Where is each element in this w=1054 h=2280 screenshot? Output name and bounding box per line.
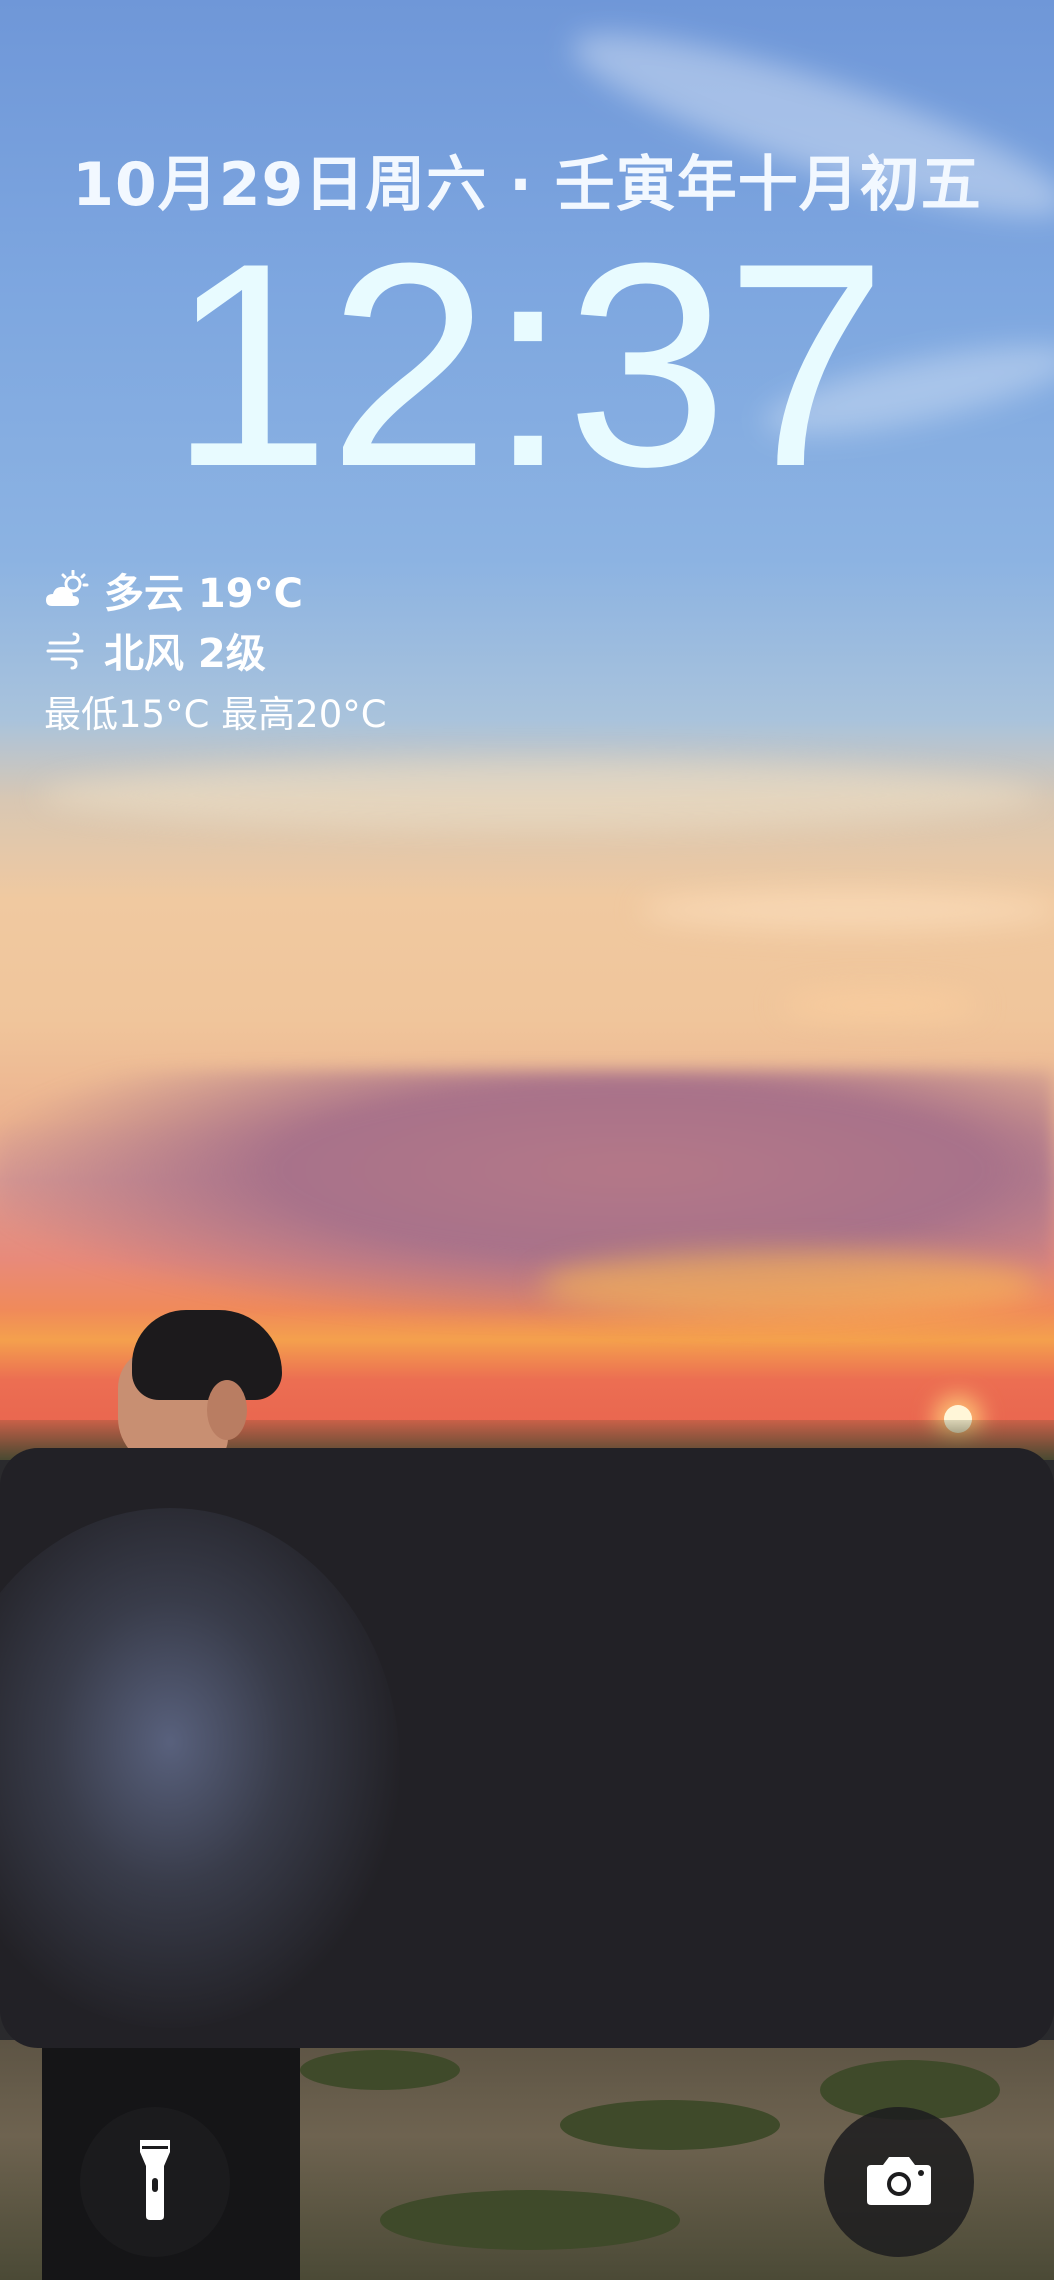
flashlight-icon bbox=[138, 2138, 172, 2226]
cloud-wisp bbox=[640, 890, 1054, 930]
cloud-wisp bbox=[780, 990, 980, 1020]
cloud-wisp bbox=[40, 760, 1040, 830]
person-head bbox=[112, 1310, 282, 1470]
cloud-wisp bbox=[540, 1250, 1040, 1320]
grass bbox=[300, 2050, 460, 2090]
ear bbox=[207, 1380, 247, 1440]
wind-icon bbox=[44, 630, 90, 670]
weather-widget[interactable]: 多云 19°C 北风 2级 最低15°C 最高20°C bbox=[44, 560, 387, 738]
camera-button[interactable] bbox=[824, 2107, 974, 2257]
flashlight-button[interactable] bbox=[80, 2107, 230, 2257]
weather-wind-row: 北风 2级 bbox=[44, 620, 387, 680]
cloud-sun-icon bbox=[44, 570, 90, 610]
hair bbox=[132, 1310, 282, 1400]
weather-temp-range: 最低15°C 最高20°C bbox=[44, 693, 387, 736]
notification-panel[interactable] bbox=[0, 1448, 1054, 2048]
grass bbox=[560, 2100, 780, 2150]
panel-glow bbox=[0, 1508, 400, 2028]
weather-condition: 多云 19°C bbox=[104, 571, 303, 617]
grass bbox=[380, 2190, 680, 2250]
weather-condition-row: 多云 19°C bbox=[44, 560, 387, 620]
weather-wind: 北风 2级 bbox=[104, 631, 266, 677]
clock-time: 12:37 bbox=[169, 203, 887, 527]
lock-screen: 10月29日周六 · 壬寅年十月初五 12:37 多云 19°C 北风 2级 最… bbox=[0, 0, 1054, 2280]
camera-icon bbox=[865, 2153, 933, 2211]
